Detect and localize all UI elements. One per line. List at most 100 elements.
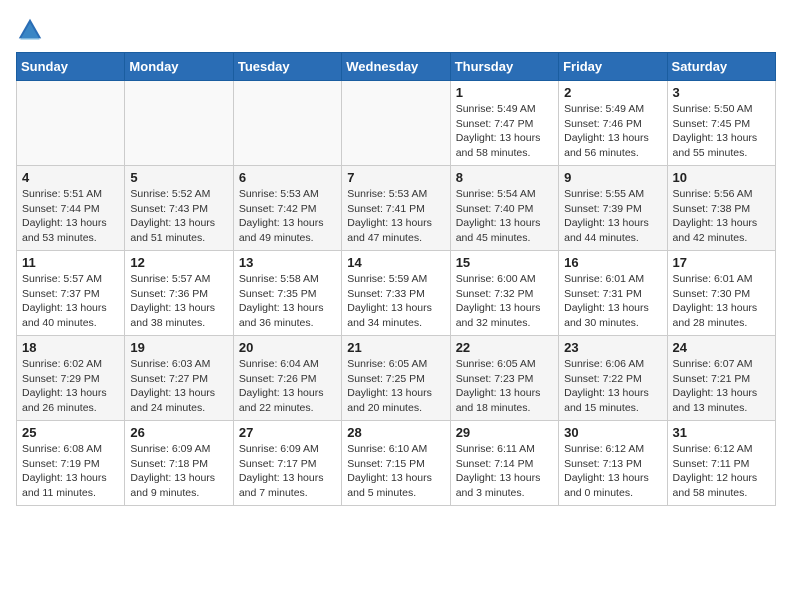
cell-info: Sunrise: 5:56 AM Sunset: 7:38 PM Dayligh… [673, 187, 770, 246]
day-number: 8 [456, 170, 553, 185]
calendar-cell: 6 Sunrise: 5:53 AM Sunset: 7:42 PM Daylig… [233, 166, 341, 251]
cell-info: Sunrise: 5:54 AM Sunset: 7:40 PM Dayligh… [456, 187, 553, 246]
calendar-body: 1 Sunrise: 5:49 AM Sunset: 7:47 PM Daylig… [17, 81, 776, 506]
calendar-week-row: 4 Sunrise: 5:51 AM Sunset: 7:44 PM Daylig… [17, 166, 776, 251]
weekday-header: Friday [559, 53, 667, 81]
day-number: 20 [239, 340, 336, 355]
cell-info: Sunrise: 6:00 AM Sunset: 7:32 PM Dayligh… [456, 272, 553, 331]
cell-info: Sunrise: 6:01 AM Sunset: 7:31 PM Dayligh… [564, 272, 661, 331]
logo-icon [16, 16, 44, 44]
calendar-cell: 31Sunrise: 6:12 AM Sunset: 7:11 PM Dayli… [667, 421, 775, 506]
cell-info: Sunrise: 6:01 AM Sunset: 7:30 PM Dayligh… [673, 272, 770, 331]
cell-info: Sunrise: 5:57 AM Sunset: 7:36 PM Dayligh… [130, 272, 227, 331]
cell-info: Sunrise: 5:49 AM Sunset: 7:47 PM Dayligh… [456, 102, 553, 161]
day-number: 26 [130, 425, 227, 440]
calendar-cell: 23 Sunrise: 6:06 AM Sunset: 7:22 PM Dayli… [559, 336, 667, 421]
calendar-cell: 7Sunrise: 5:53 AM Sunset: 7:41 PM Daylig… [342, 166, 450, 251]
calendar-cell: 26 Sunrise: 6:09 AM Sunset: 7:18 PM Dayli… [125, 421, 233, 506]
calendar-cell: 4 Sunrise: 5:51 AM Sunset: 7:44 PM Daylig… [17, 166, 125, 251]
day-number: 27 [239, 425, 336, 440]
day-number: 16 [564, 255, 661, 270]
weekday-header: Saturday [667, 53, 775, 81]
day-number: 24 [673, 340, 770, 355]
cell-info: Sunrise: 6:04 AM Sunset: 7:26 PM Dayligh… [239, 357, 336, 416]
calendar-cell [125, 81, 233, 166]
page-header [16, 16, 776, 44]
day-number: 6 [239, 170, 336, 185]
cell-info: Sunrise: 6:05 AM Sunset: 7:23 PM Dayligh… [456, 357, 553, 416]
day-number: 11 [22, 255, 119, 270]
weekday-header: Monday [125, 53, 233, 81]
weekday-header: Thursday [450, 53, 558, 81]
calendar-cell: 15 Sunrise: 6:00 AM Sunset: 7:32 PM Dayli… [450, 251, 558, 336]
day-number: 21 [347, 340, 444, 355]
cell-info: Sunrise: 6:12 AM Sunset: 7:11 PM Dayligh… [673, 442, 770, 501]
day-number: 12 [130, 255, 227, 270]
calendar-cell: 18Sunrise: 6:02 AM Sunset: 7:29 PM Dayli… [17, 336, 125, 421]
calendar-cell: 19Sunrise: 6:03 AM Sunset: 7:27 PM Dayli… [125, 336, 233, 421]
day-number: 28 [347, 425, 444, 440]
calendar-cell: 1 Sunrise: 5:49 AM Sunset: 7:47 PM Daylig… [450, 81, 558, 166]
day-number: 29 [456, 425, 553, 440]
day-number: 30 [564, 425, 661, 440]
calendar-week-row: 25Sunrise: 6:08 AM Sunset: 7:19 PM Dayli… [17, 421, 776, 506]
calendar-week-row: 18Sunrise: 6:02 AM Sunset: 7:29 PM Dayli… [17, 336, 776, 421]
calendar-cell: 27 Sunrise: 6:09 AM Sunset: 7:17 PM Dayli… [233, 421, 341, 506]
calendar-cell: 12 Sunrise: 5:57 AM Sunset: 7:36 PM Dayli… [125, 251, 233, 336]
calendar-cell: 13 Sunrise: 5:58 AM Sunset: 7:35 PM Dayli… [233, 251, 341, 336]
day-number: 18 [22, 340, 119, 355]
weekday-header: Tuesday [233, 53, 341, 81]
cell-info: Sunrise: 6:05 AM Sunset: 7:25 PM Dayligh… [347, 357, 444, 416]
day-number: 22 [456, 340, 553, 355]
cell-info: Sunrise: 6:09 AM Sunset: 7:18 PM Dayligh… [130, 442, 227, 501]
calendar-header: SundayMondayTuesdayWednesdayThursdayFrid… [17, 53, 776, 81]
cell-info: Sunrise: 6:12 AM Sunset: 7:13 PM Dayligh… [564, 442, 661, 501]
cell-info: Sunrise: 6:06 AM Sunset: 7:22 PM Dayligh… [564, 357, 661, 416]
cell-info: Sunrise: 5:53 AM Sunset: 7:42 PM Dayligh… [239, 187, 336, 246]
day-number: 1 [456, 85, 553, 100]
cell-info: Sunrise: 6:10 AM Sunset: 7:15 PM Dayligh… [347, 442, 444, 501]
day-number: 25 [22, 425, 119, 440]
cell-info: Sunrise: 6:11 AM Sunset: 7:14 PM Dayligh… [456, 442, 553, 501]
cell-info: Sunrise: 5:58 AM Sunset: 7:35 PM Dayligh… [239, 272, 336, 331]
cell-info: Sunrise: 6:09 AM Sunset: 7:17 PM Dayligh… [239, 442, 336, 501]
day-number: 13 [239, 255, 336, 270]
cell-info: Sunrise: 5:59 AM Sunset: 7:33 PM Dayligh… [347, 272, 444, 331]
cell-info: Sunrise: 6:03 AM Sunset: 7:27 PM Dayligh… [130, 357, 227, 416]
calendar-cell: 22 Sunrise: 6:05 AM Sunset: 7:23 PM Dayli… [450, 336, 558, 421]
calendar-cell: 25Sunrise: 6:08 AM Sunset: 7:19 PM Dayli… [17, 421, 125, 506]
calendar-cell: 28 Sunrise: 6:10 AM Sunset: 7:15 PM Dayli… [342, 421, 450, 506]
cell-info: Sunrise: 5:50 AM Sunset: 7:45 PM Dayligh… [673, 102, 770, 161]
calendar-week-row: 1 Sunrise: 5:49 AM Sunset: 7:47 PM Daylig… [17, 81, 776, 166]
calendar-cell [342, 81, 450, 166]
cell-info: Sunrise: 5:53 AM Sunset: 7:41 PM Dayligh… [347, 187, 444, 246]
calendar-cell: 17 Sunrise: 6:01 AM Sunset: 7:30 PM Dayli… [667, 251, 775, 336]
day-number: 14 [347, 255, 444, 270]
cell-info: Sunrise: 5:51 AM Sunset: 7:44 PM Dayligh… [22, 187, 119, 246]
cell-info: Sunrise: 5:52 AM Sunset: 7:43 PM Dayligh… [130, 187, 227, 246]
cell-info: Sunrise: 6:07 AM Sunset: 7:21 PM Dayligh… [673, 357, 770, 416]
day-number: 15 [456, 255, 553, 270]
cell-info: Sunrise: 5:55 AM Sunset: 7:39 PM Dayligh… [564, 187, 661, 246]
calendar-cell: 2Sunrise: 5:49 AM Sunset: 7:46 PM Daylig… [559, 81, 667, 166]
day-number: 5 [130, 170, 227, 185]
cell-info: Sunrise: 5:57 AM Sunset: 7:37 PM Dayligh… [22, 272, 119, 331]
calendar-cell: 16 Sunrise: 6:01 AM Sunset: 7:31 PM Dayli… [559, 251, 667, 336]
day-number: 3 [673, 85, 770, 100]
day-number: 17 [673, 255, 770, 270]
calendar-cell: 9Sunrise: 5:55 AM Sunset: 7:39 PM Daylig… [559, 166, 667, 251]
calendar-cell: 21 Sunrise: 6:05 AM Sunset: 7:25 PM Dayli… [342, 336, 450, 421]
calendar-cell: 11 Sunrise: 5:57 AM Sunset: 7:37 PM Dayli… [17, 251, 125, 336]
calendar-cell [17, 81, 125, 166]
weekday-row: SundayMondayTuesdayWednesdayThursdayFrid… [17, 53, 776, 81]
calendar-table: SundayMondayTuesdayWednesdayThursdayFrid… [16, 52, 776, 506]
calendar-cell: 14 Sunrise: 5:59 AM Sunset: 7:33 PM Dayli… [342, 251, 450, 336]
calendar-cell: 5 Sunrise: 5:52 AM Sunset: 7:43 PM Daylig… [125, 166, 233, 251]
day-number: 23 [564, 340, 661, 355]
calendar-week-row: 11 Sunrise: 5:57 AM Sunset: 7:37 PM Dayli… [17, 251, 776, 336]
calendar-cell: 10Sunrise: 5:56 AM Sunset: 7:38 PM Dayli… [667, 166, 775, 251]
cell-info: Sunrise: 5:49 AM Sunset: 7:46 PM Dayligh… [564, 102, 661, 161]
logo [16, 16, 48, 44]
day-number: 4 [22, 170, 119, 185]
calendar-cell [233, 81, 341, 166]
